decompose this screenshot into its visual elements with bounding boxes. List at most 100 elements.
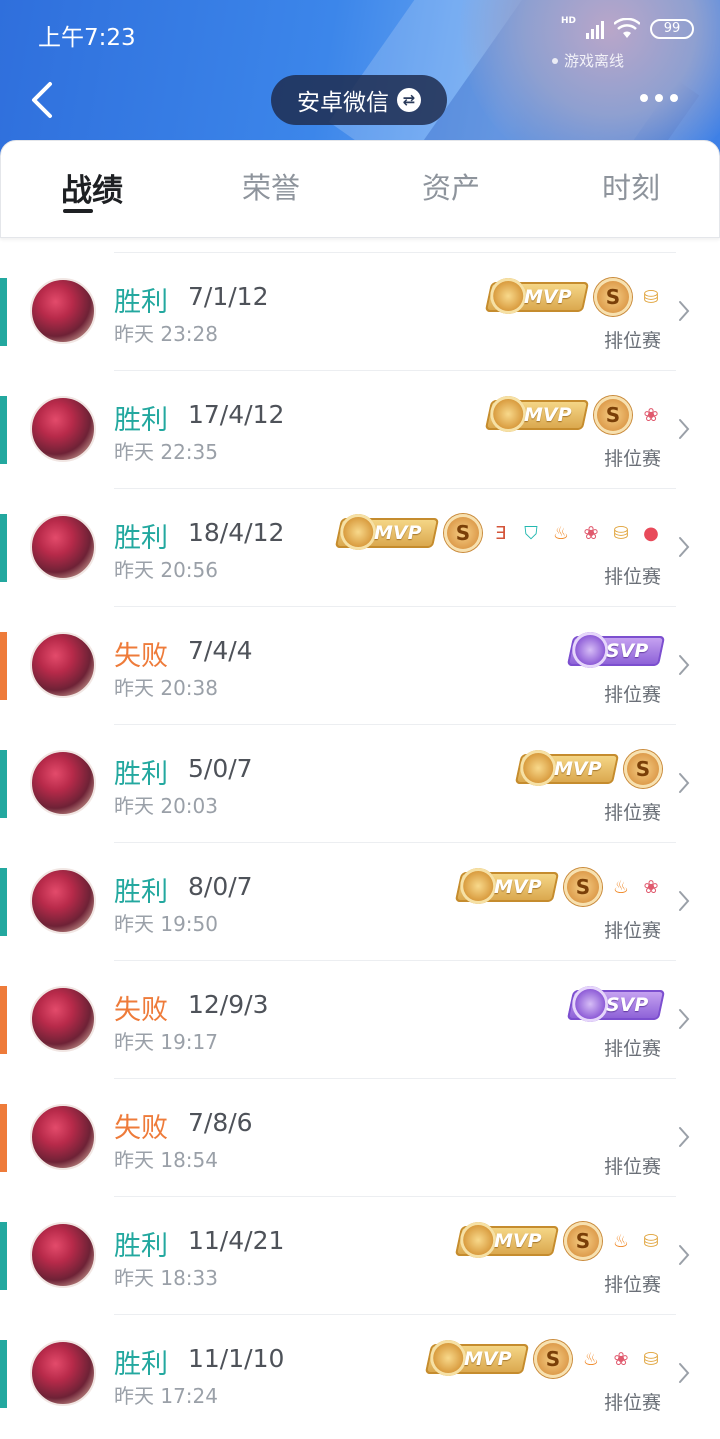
match-row[interactable]: 胜利 11/4/21 昨天 18:33 排位赛 MVP S ♨ ⛁	[0, 1196, 720, 1314]
hero-avatar	[30, 514, 96, 580]
match-row[interactable]: 胜利 18/4/12 昨天 20:56 排位赛 MVP S Ǝ ⛉ ♨ ❀ ⛁ ●	[0, 488, 720, 606]
result-indicator-bar	[0, 750, 7, 818]
match-time: 昨天 18:33	[114, 1266, 218, 1290]
status-dot	[552, 57, 558, 64]
header: 上午7:23 HD 99 游戏离线 安卓微信 ⇄	[0, 0, 720, 160]
svp-label: SVP	[605, 994, 648, 1016]
match-result: 胜利	[114, 1349, 168, 1380]
hero-avatar	[30, 632, 96, 698]
tab-moments[interactable]: 时刻	[571, 165, 691, 207]
back-icon[interactable]	[28, 80, 58, 120]
tab-honor[interactable]: 荣誉	[211, 165, 331, 207]
match-mode: 排位赛	[603, 566, 661, 588]
result-indicator-bar	[0, 396, 7, 464]
chevron-right-icon[interactable]	[678, 536, 690, 558]
row-divider	[114, 606, 676, 607]
chevron-right-icon[interactable]	[678, 300, 690, 322]
triple-kill-icon: Ǝ	[495, 522, 507, 544]
s-rating-icon: S	[444, 514, 482, 552]
game-offline-status: 游戏离线	[552, 50, 624, 71]
more-icon[interactable]	[640, 94, 678, 102]
mvp-label: MVP	[464, 1348, 512, 1370]
svp-emblem-icon	[571, 632, 608, 668]
match-row[interactable]: 胜利 7/1/12 昨天 23:28 排位赛 MVP S ⛁	[0, 252, 720, 370]
hero-avatar	[30, 986, 96, 1052]
chevron-right-icon[interactable]	[678, 1244, 690, 1266]
match-result: 胜利	[114, 1231, 168, 1262]
result-indicator-bar	[0, 278, 7, 346]
status-icons: HD 99	[561, 16, 694, 40]
chevron-right-icon[interactable]	[678, 1008, 690, 1030]
match-mode: 排位赛	[603, 920, 661, 942]
hero-avatar	[30, 396, 96, 462]
hero-avatar	[30, 1104, 96, 1170]
mvp-badge: MVP	[425, 1340, 530, 1376]
match-badges: MVP S ❀	[485, 394, 662, 436]
match-kda: 7/8/6	[188, 1108, 253, 1137]
wifi-icon	[614, 18, 640, 38]
match-row[interactable]: 胜利 11/1/10 昨天 17:24 排位赛 MVP S ♨ ❀ ⛁	[0, 1314, 720, 1432]
chevron-right-icon[interactable]	[678, 654, 690, 676]
coins-icon: ⛁	[643, 286, 659, 308]
offline-label: 游戏离线	[564, 52, 625, 70]
match-row[interactable]: 失败 7/8/6 昨天 18:54 排位赛	[0, 1078, 720, 1196]
match-row[interactable]: 胜利 17/4/12 昨天 22:35 排位赛 MVP S ❀	[0, 370, 720, 488]
match-mode: 排位赛	[603, 802, 661, 824]
match-row[interactable]: 胜利 8/0/7 昨天 19:50 排位赛 MVP S ♨ ❀	[0, 842, 720, 960]
result-indicator-bar	[0, 986, 7, 1054]
tab-assets[interactable]: 资产	[391, 165, 511, 207]
match-kda: 17/4/12	[188, 400, 285, 429]
match-mode: 排位赛	[603, 1274, 661, 1296]
signal-icon	[586, 19, 604, 39]
match-kda: 12/9/3	[188, 990, 269, 1019]
match-badges: MVP S ⛁	[485, 276, 662, 318]
svp-label: SVP	[605, 640, 648, 662]
mvp-label: MVP	[554, 758, 602, 780]
result-indicator-bar	[0, 1222, 7, 1290]
flower-icon: ❀	[643, 404, 659, 426]
chevron-right-icon[interactable]	[678, 772, 690, 794]
hero-avatar	[30, 1340, 96, 1406]
match-result: 失败	[114, 995, 168, 1026]
match-time: 昨天 23:28	[114, 322, 218, 346]
result-indicator-bar	[0, 632, 7, 700]
blood-drop-icon: ●	[643, 522, 659, 544]
match-result: 胜利	[114, 287, 168, 318]
account-switch-button[interactable]: 安卓微信 ⇄	[271, 75, 447, 125]
svp-badge: SVP	[566, 986, 666, 1022]
chevron-right-icon[interactable]	[678, 1362, 690, 1384]
fire-icon: ♨	[612, 876, 630, 898]
s-rating-icon: S	[624, 750, 662, 788]
match-result: 胜利	[114, 523, 168, 554]
match-list: 胜利 7/1/12 昨天 23:28 排位赛 MVP S ⛁ 胜利 17/4/12 昨天 22:3…	[0, 252, 720, 1432]
match-mode: 排位赛	[603, 448, 661, 470]
mvp-badge: MVP	[455, 868, 560, 904]
match-row[interactable]: 胜利 5/0/7 昨天 20:03 排位赛 MVP S	[0, 724, 720, 842]
chevron-right-icon[interactable]	[678, 890, 690, 912]
match-time: 昨天 18:54	[114, 1148, 218, 1172]
swap-icon: ⇄	[397, 88, 421, 112]
mvp-label: MVP	[524, 286, 572, 308]
match-result: 失败	[114, 1113, 168, 1144]
chevron-right-icon[interactable]	[678, 418, 690, 440]
match-kda: 8/0/7	[188, 872, 253, 901]
coins-icon: ⛁	[643, 1348, 659, 1370]
s-rating-icon: S	[594, 396, 632, 434]
row-divider	[114, 252, 676, 253]
match-badges: MVP S ♨ ⛁	[455, 1220, 662, 1262]
match-kda: 11/4/21	[188, 1226, 285, 1255]
tab-records[interactable]: 战绩	[32, 165, 152, 210]
hero-avatar	[30, 278, 96, 344]
mvp-badge: MVP	[335, 514, 440, 550]
mvp-label: MVP	[494, 1230, 542, 1252]
match-row[interactable]: 失败 7/4/4 昨天 20:38 排位赛 SVP	[0, 606, 720, 724]
match-row[interactable]: 失败 12/9/3 昨天 19:17 排位赛 SVP	[0, 960, 720, 1078]
match-badges: SVP	[566, 984, 666, 1026]
chevron-right-icon[interactable]	[678, 1126, 690, 1148]
match-mode: 排位赛	[603, 1392, 661, 1414]
tab-bar: 战绩 荣誉 资产 时刻	[0, 140, 720, 238]
match-badges: MVP S	[515, 748, 662, 790]
hero-avatar	[30, 1222, 96, 1288]
mvp-emblem-icon	[460, 868, 497, 904]
row-divider	[114, 1314, 676, 1315]
